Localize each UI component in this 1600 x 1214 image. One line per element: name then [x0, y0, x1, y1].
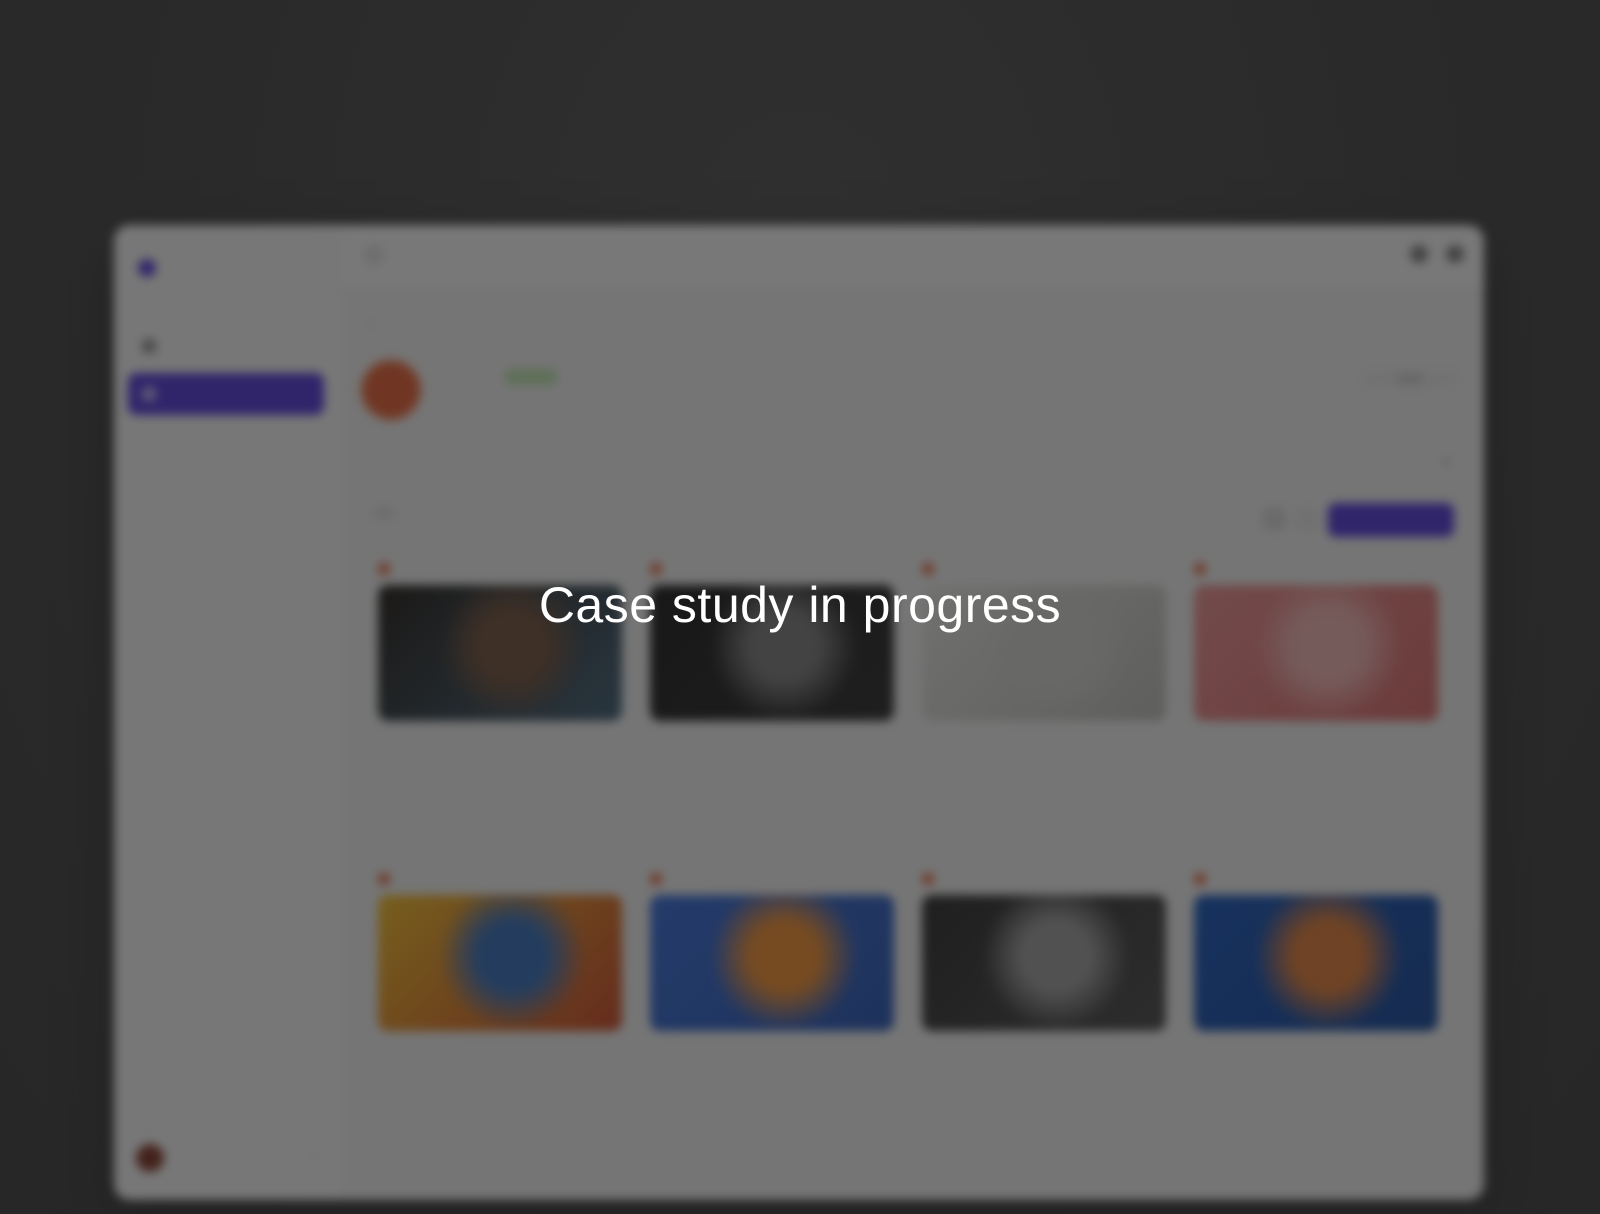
- screen: ⋯ ‹: [0, 0, 1600, 1214]
- status-message: Case study in progress: [538, 577, 1062, 633]
